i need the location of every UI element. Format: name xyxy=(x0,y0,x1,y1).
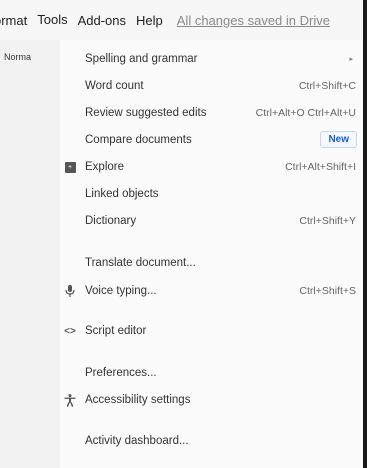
save-status-link[interactable]: All changes saved in Drive xyxy=(177,13,330,28)
menu-item-preferences[interactable]: Preferences... xyxy=(60,360,363,386)
shortcut-text: Ctrl+Shift+C xyxy=(298,80,356,92)
menu-add-ons[interactable]: Add-ons xyxy=(78,13,126,28)
menu-item-label: Explore xyxy=(85,161,124,173)
menu-item-voice-typing[interactable]: Voice typing... Ctrl+Shift+S xyxy=(60,278,363,304)
menu-item-word-count[interactable]: Word count Ctrl+Shift+C xyxy=(60,73,363,99)
menu-item-spelling-grammar[interactable]: Spelling and grammar ▸ xyxy=(60,46,363,72)
menu-item-label: Translate document... xyxy=(85,257,196,269)
menu-item-compare-documents[interactable]: Compare documents New xyxy=(60,127,363,153)
menu-item-label: Preferences... xyxy=(85,367,157,379)
menu-item-dictionary[interactable]: Dictionary Ctrl+Shift+Y xyxy=(60,208,363,234)
menu-item-label: Spelling and grammar xyxy=(85,53,198,65)
menu-item-label: Dictionary xyxy=(85,215,137,227)
toolbar-strip: Norma xyxy=(0,40,61,468)
menu-item-label: Script editor xyxy=(85,325,147,337)
tools-dropdown-menu: Spelling and grammar ▸ Word count Ctrl+S… xyxy=(60,40,363,468)
menu-item-accessibility-settings[interactable]: Accessibility settings xyxy=(60,387,363,413)
menu-item-label: Voice typing... xyxy=(85,285,157,297)
app-window: ormat Tools Add-ons Help All changes sav… xyxy=(0,0,367,468)
menu-bar: ormat Tools Add-ons Help All changes sav… xyxy=(0,0,363,41)
menu-help[interactable]: Help xyxy=(136,13,163,28)
shortcut-text: Ctrl+Shift+Y xyxy=(299,215,356,227)
accessibility-icon xyxy=(63,393,77,407)
menu-item-label: Linked objects xyxy=(85,188,159,200)
menu-item-linked-objects[interactable]: Linked objects xyxy=(60,181,363,207)
shortcut-text: Ctrl+Alt+Shift+I xyxy=(285,161,356,173)
menu-item-label: Review suggested edits xyxy=(85,107,207,119)
menu-item-translate-document[interactable]: Translate document... xyxy=(60,250,363,276)
menu-item-script-editor[interactable]: <> Script editor xyxy=(60,318,363,344)
menu-tools[interactable]: Tools xyxy=(37,12,67,29)
menu-item-review-suggested-edits[interactable]: Review suggested edits Ctrl+Alt+O Ctrl+A… xyxy=(60,100,363,126)
menu-item-activity-dashboard[interactable]: Activity dashboard... xyxy=(60,428,363,454)
menu-item-label: Accessibility settings xyxy=(85,394,191,406)
paragraph-style-select[interactable]: Norma xyxy=(4,52,31,62)
microphone-icon xyxy=(63,284,77,298)
submenu-arrow-icon: ▸ xyxy=(349,56,353,63)
menu-item-label: Word count xyxy=(85,80,144,92)
shortcut-text: Ctrl+Shift+S xyxy=(299,285,356,297)
new-badge: New xyxy=(320,131,357,148)
code-icon: <> xyxy=(64,325,76,337)
shortcut-text: Ctrl+Alt+O Ctrl+Alt+U xyxy=(255,107,356,119)
menu-item-explore[interactable]: + Explore Ctrl+Alt+Shift+I xyxy=(60,154,363,180)
menu-item-label: Compare documents xyxy=(85,134,192,146)
menu-format[interactable]: ormat xyxy=(0,13,27,28)
menu-item-label: Activity dashboard... xyxy=(85,435,189,447)
explore-icon: + xyxy=(63,160,77,174)
